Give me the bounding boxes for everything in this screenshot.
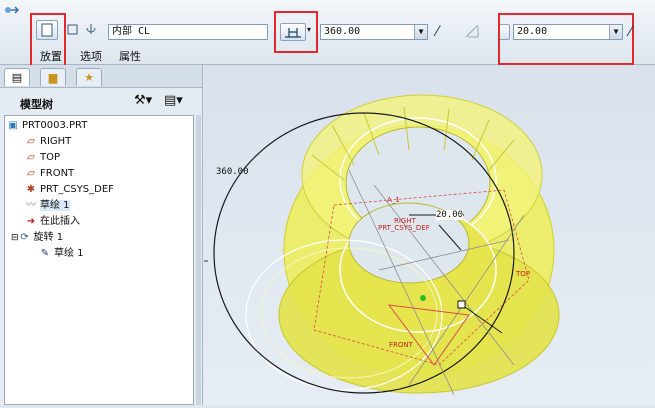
csys-label: PRT_CSYS_DEF [378, 224, 430, 232]
graphics-window[interactable]: 360.00 20.00 A_1 RIGHT PRT_CSYS_DEF TOP … [204, 65, 655, 405]
tree-node-top[interactable]: ▱ TOP [25, 151, 60, 165]
insert-arrow-icon: ➜ [26, 216, 36, 227]
tab-favorites[interactable]: ★ [76, 68, 102, 86]
datum-label-top: TOP [516, 270, 531, 278]
axis-combo-value: 内部 CL [112, 26, 151, 37]
tree-node-revolve-1[interactable]: ⊟ ⟳ 旋转 1 [11, 231, 63, 245]
show-menu-icon[interactable]: ▤▾ [164, 93, 183, 108]
tree-node-label: 在此插入 [40, 216, 80, 227]
flip-direction-icon[interactable]: ⁄ [629, 24, 631, 40]
navigator-tabs: ▤ ▆ ★ [0, 65, 202, 88]
tree-node-label: RIGHT [40, 136, 72, 147]
surface-icon[interactable] [66, 23, 80, 37]
axis-label: A_1 [387, 196, 400, 204]
highlight-box-angle-type [274, 11, 318, 53]
model-graphics[interactable] [204, 65, 655, 405]
angle2-dimension-label[interactable]: 20.00 [436, 210, 464, 220]
flip-direction-icon[interactable]: ⁄ [436, 24, 438, 40]
tree-node-label: 草绘 1 [40, 200, 70, 211]
tab-model-tree[interactable]: ▤ [4, 68, 30, 86]
angle-combo[interactable]: 360.00 ▼ [320, 24, 428, 40]
thicken-icon[interactable] [84, 22, 98, 38]
expand-icon[interactable]: ⊟ [11, 233, 19, 243]
angle-combo-value: 360.00 [324, 26, 361, 37]
sketch-icon: 〰 [26, 200, 36, 211]
sketch-icon: ✎ [40, 248, 50, 259]
splitter-scrollbar[interactable] [196, 115, 201, 405]
tree-node-front[interactable]: ▱ FRONT [25, 167, 74, 181]
part-icon: ▣ [8, 120, 18, 131]
datum-plane-icon: ▱ [27, 152, 35, 163]
star-icon: ★ [84, 71, 94, 84]
tab-folder-browser[interactable]: ▆ [40, 68, 66, 86]
axis-combo[interactable]: 内部 CL [108, 24, 268, 40]
tree-icon: ▤ [11, 71, 23, 84]
tree-node-internal-sketch[interactable]: ✎ 草绘 1 [39, 247, 84, 261]
dashboard-toolbar: 内部 CL ▾ 360.00 ▼ ⁄ 20.00 ▼ ⁄ 放置 选项 属性 [0, 0, 655, 67]
tree-node-sketch-1[interactable]: 〰草绘 1 [25, 199, 70, 213]
tree-node-right[interactable]: ▱ RIGHT [25, 135, 71, 149]
folder-icon: ▆ [48, 71, 58, 84]
tree-node-label: TOP [40, 152, 61, 163]
chevron-down-icon[interactable]: ▼ [414, 25, 427, 39]
remove-material-icon[interactable] [464, 23, 480, 39]
datum-label-front: FRONT [389, 341, 413, 349]
highlight-box-second-angle [498, 13, 634, 65]
tab-options[interactable]: 选项 [80, 48, 102, 64]
tab-properties[interactable]: 属性 [119, 48, 141, 64]
revolve-icon: ⟳ [20, 232, 29, 243]
model-tree-title: 模型树 [20, 98, 53, 111]
drag-handle [457, 300, 466, 309]
csys-icon: ✱ [26, 184, 36, 195]
tree-node-label: 草绘 1 [54, 248, 84, 259]
tree-node-label: PRT0003.PRT [22, 120, 88, 131]
tab-placement[interactable]: 放置 [40, 48, 62, 64]
datum-plane-icon: ▱ [27, 168, 35, 179]
feature-icon [5, 6, 20, 14]
model-tree: ▣ PRT0003.PRT ▱ RIGHT ▱ TOP ▱ FRONT ✱ PRT_CSY… [4, 115, 194, 405]
tree-node-label: FRONT [40, 168, 75, 179]
tree-node-part[interactable]: ▣ PRT0003.PRT [7, 119, 87, 133]
snap-point [420, 295, 426, 301]
tree-header: 模型树 ⚒▾ ▤▾ [0, 88, 202, 114]
datum-plane-icon: ▱ [27, 136, 35, 147]
tree-node-insert-here[interactable]: ➜ 在此插入 [25, 215, 80, 229]
navigator-panel: ▤ ▆ ★ 模型树 ⚒▾ ▤▾ ▣ PRT0003.PRT ▱ RIGHT ▱ TOP… [0, 65, 203, 405]
settings-icon[interactable]: ⚒▾ [134, 93, 152, 108]
tree-node-label: 旋转 1 [33, 232, 64, 243]
tree-node-label: PRT_CSYS_DEF [40, 184, 114, 195]
angle-dimension-label[interactable]: 360.00 [216, 167, 249, 177]
tree-node-csys[interactable]: ✱ PRT_CSYS_DEF [25, 183, 114, 197]
